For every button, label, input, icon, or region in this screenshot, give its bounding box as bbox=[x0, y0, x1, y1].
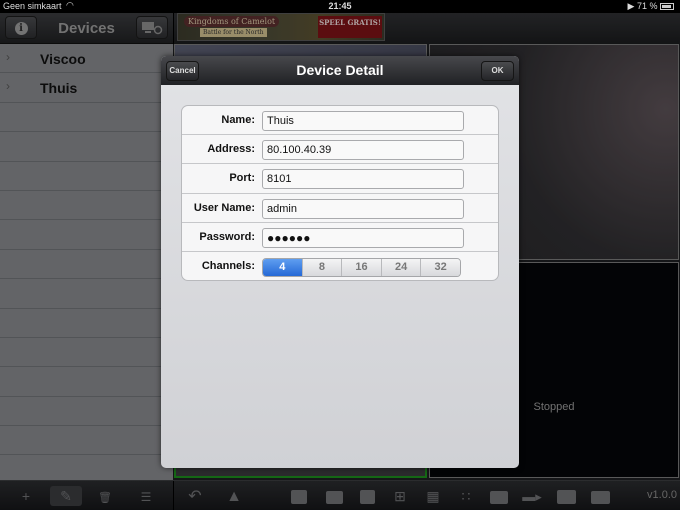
dialog-header: Cancel Device Detail OK bbox=[161, 56, 519, 85]
channel-option-8[interactable]: 8 bbox=[301, 258, 342, 276]
form-row-username: User Name: admin bbox=[182, 194, 498, 223]
ok-button[interactable]: OK bbox=[481, 61, 514, 81]
password-field[interactable]: ●●●●●● bbox=[262, 227, 464, 248]
battery-fill bbox=[662, 5, 671, 8]
channel-option-24[interactable]: 24 bbox=[380, 258, 421, 276]
name-field[interactable]: Thuis bbox=[262, 111, 464, 131]
battery-percent: 71 % bbox=[636, 1, 658, 11]
password-label: Password: bbox=[199, 230, 255, 243]
channel-option-16[interactable]: 16 bbox=[341, 258, 381, 276]
form-row-password: Password: ●●●●●● bbox=[182, 223, 498, 252]
status-right: ▶ 71 % bbox=[628, 1, 674, 12]
dialog-title: Device Detail bbox=[296, 62, 384, 78]
channel-option-32[interactable]: 32 bbox=[420, 258, 460, 276]
location-arrow-icon: ▶ bbox=[627, 1, 635, 11]
address-label: Address: bbox=[207, 143, 255, 156]
form-row-address: Address: 80.100.40.39 bbox=[182, 135, 498, 165]
form-row-channels: Channels: 4 8 16 24 32 bbox=[182, 252, 498, 280]
battery-icon bbox=[660, 3, 674, 10]
channels-label: Channels: bbox=[201, 259, 255, 272]
status-bar: Geen simkaart ◠ 21:45 ▶ 71 % bbox=[0, 0, 680, 13]
address-field[interactable]: 80.100.40.39 bbox=[262, 140, 464, 161]
channels-segmented-control: 4 8 16 24 32 bbox=[262, 257, 461, 277]
form-row-name: Name: Thuis bbox=[182, 106, 498, 136]
port-field[interactable]: 8101 bbox=[262, 169, 464, 190]
username-label: User Name: bbox=[193, 201, 255, 214]
clock: 21:45 bbox=[328, 1, 352, 11]
device-detail-dialog: Cancel Device Detail OK Name: Thuis Addr… bbox=[161, 56, 519, 468]
device-form: Name: Thuis Address: 80.100.40.39 Port: … bbox=[181, 105, 499, 281]
name-label: Name: bbox=[221, 114, 255, 126]
username-field[interactable]: admin bbox=[262, 198, 464, 219]
port-label: Port: bbox=[229, 172, 255, 185]
channel-option-4[interactable]: 4 bbox=[263, 258, 302, 276]
form-row-port: Port: 8101 bbox=[182, 164, 498, 194]
